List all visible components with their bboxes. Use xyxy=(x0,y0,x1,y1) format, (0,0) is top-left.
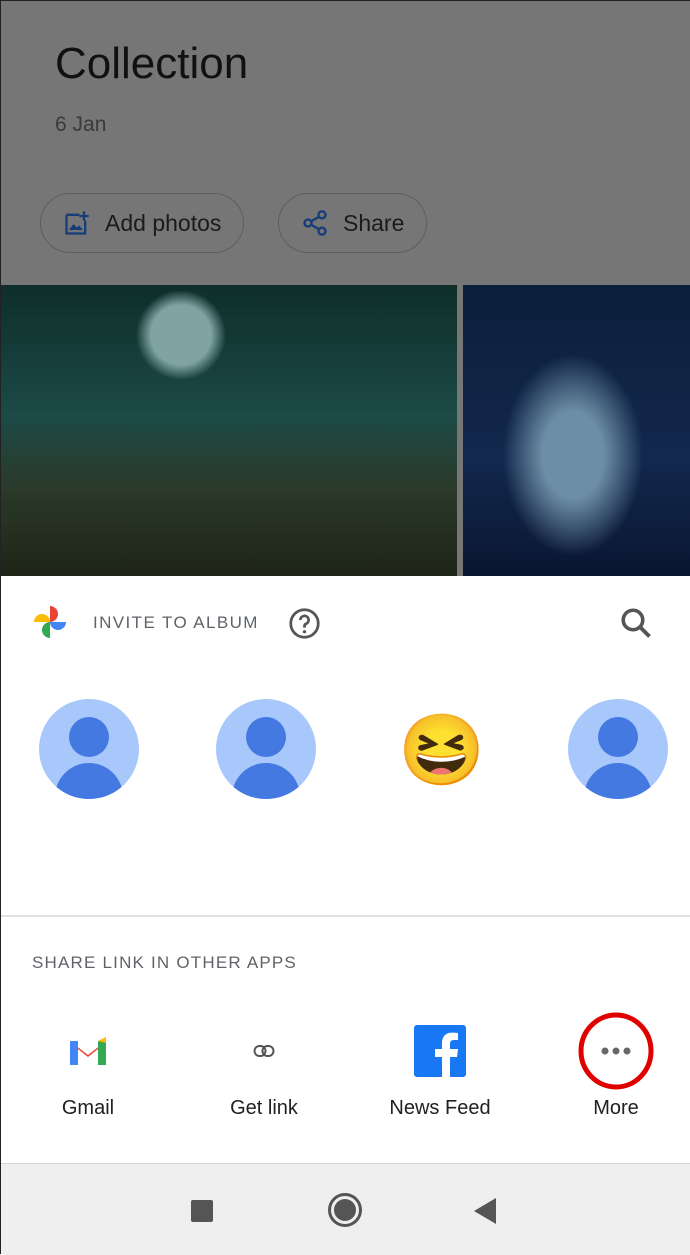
link-icon xyxy=(253,1045,275,1057)
share-link-label: SHARE LINK IN OTHER APPS xyxy=(32,953,297,972)
more-horizontal-icon xyxy=(578,1012,654,1090)
contact-avatar[interactable] xyxy=(39,699,139,799)
system-nav-bar xyxy=(1,1163,690,1255)
facebook-icon xyxy=(414,1025,466,1077)
gmail-icon xyxy=(70,1037,106,1065)
app-more[interactable]: More xyxy=(541,1011,690,1120)
back-button[interactable] xyxy=(474,1198,496,1224)
divider xyxy=(1,915,690,917)
home-button[interactable] xyxy=(328,1193,362,1227)
album-header-dimmed: Collection 6 Jan Add photos Share xyxy=(1,1,690,576)
share-icon xyxy=(303,210,327,236)
search-icon[interactable] xyxy=(618,605,654,641)
app-news-feed[interactable]: News Feed xyxy=(365,1011,515,1120)
add-photo-icon xyxy=(65,211,89,235)
add-photos-label: Add photos xyxy=(105,209,222,236)
share-label: Share xyxy=(343,209,405,236)
add-photos-button[interactable]: Add photos xyxy=(40,193,245,253)
album-date: 6 Jan xyxy=(55,113,107,136)
google-photos-logo-icon xyxy=(34,606,66,638)
invite-to-album-label: INVITE TO ALBUM xyxy=(93,613,259,632)
help-circle-icon[interactable] xyxy=(288,607,321,640)
app-gmail[interactable]: Gmail xyxy=(13,1011,163,1120)
app-get-link[interactable]: Get link xyxy=(189,1011,339,1120)
album-title: Collection xyxy=(55,39,249,88)
photo-thumbnail[interactable] xyxy=(1,285,457,576)
photo-thumbnail[interactable] xyxy=(463,285,690,576)
contact-avatar[interactable] xyxy=(568,699,668,799)
recents-button[interactable] xyxy=(191,1200,213,1222)
contact-avatar[interactable] xyxy=(216,699,316,799)
share-button[interactable]: Share xyxy=(278,193,428,253)
contact-avatar-emoji[interactable]: 😆 xyxy=(393,701,491,799)
